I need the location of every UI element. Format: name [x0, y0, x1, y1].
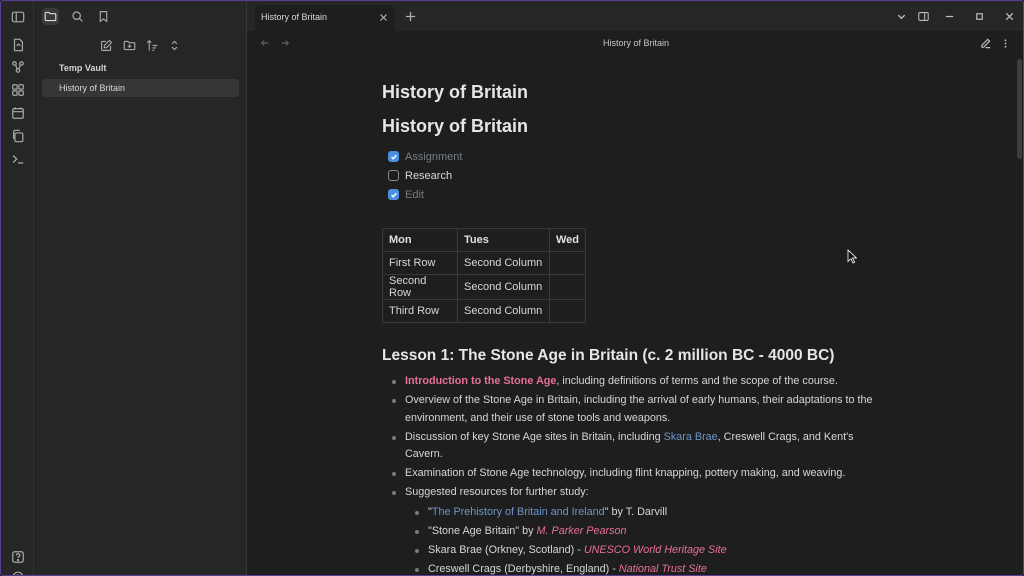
sidebar-toggle-icon[interactable]: [10, 9, 25, 24]
list-item-text: " by T. Darvill: [604, 505, 668, 518]
canvas-icon[interactable]: [10, 82, 25, 97]
open-quick-switcher-icon[interactable]: [10, 37, 25, 52]
table-cell[interactable]: [548, 251, 587, 275]
lesson-heading: Lesson 1: The Stone Age in Britain (c. 2…: [382, 347, 835, 364]
editor-scrollbar[interactable]: [1017, 59, 1022, 159]
italic-text: National Trust Site: [618, 562, 707, 575]
task-label: Research: [405, 169, 453, 182]
note-heading-1: History of Britain: [382, 82, 529, 102]
new-note-icon[interactable]: [98, 37, 114, 53]
new-tab-icon[interactable]: [403, 9, 417, 23]
new-folder-icon[interactable]: [121, 37, 137, 53]
close-icon[interactable]: [378, 12, 389, 23]
list-item-text: Skara Brae (Orkney, Scotland) -: [428, 543, 584, 556]
list-item-text: Discussion of key Stone Age sites in Bri…: [405, 430, 664, 443]
schedule-table: Mon Tues Wed First Row Second Column Sec…: [382, 228, 587, 323]
internal-link[interactable]: The Prehistory of Britain and Ireland: [432, 506, 605, 518]
lesson-bullet-list: Introduction to the Stone Age, including…: [382, 373, 892, 576]
list-item: Suggested resources for further study: "…: [382, 484, 892, 576]
collapse-icon[interactable]: [166, 37, 182, 53]
table-row: Second Row Second Column: [382, 274, 587, 300]
table-cell[interactable]: Second Column: [457, 251, 550, 275]
mouse-pointer-icon: [847, 249, 857, 264]
task-item: Edit: [382, 185, 892, 204]
file-item-history-of-britain[interactable]: History of Britain: [42, 79, 239, 97]
settings-icon[interactable]: [10, 569, 25, 575]
help-icon[interactable]: [10, 549, 25, 564]
note-header: History of Britain: [247, 31, 1023, 55]
tab-history-of-britain[interactable]: History of Britain: [255, 5, 395, 31]
list-item-text: Suggested resources for further study:: [405, 486, 589, 498]
note-content: History of Britain History of Britain As…: [382, 77, 892, 576]
checkbox-checked[interactable]: [388, 189, 399, 200]
list-item: Examination of Stone Age technology, inc…: [382, 465, 892, 483]
table-header-row: Mon Tues Wed: [382, 228, 587, 252]
italic-text: M. Parker Pearson: [536, 524, 627, 537]
files-icon[interactable]: [42, 8, 59, 25]
list-item: "Stone Age Britain" by M. Parker Pearson: [405, 522, 892, 541]
sort-icon[interactable]: [144, 37, 160, 53]
list-item-text: "Stone Age Britain" by: [428, 524, 537, 537]
internal-link[interactable]: Skara Brae: [664, 431, 718, 443]
bookmark-icon[interactable]: [95, 8, 112, 25]
vault-name[interactable]: Temp Vault: [59, 63, 106, 73]
note-heading-2: History of Britain: [382, 116, 529, 136]
right-sidebar-toggle-icon[interactable]: [916, 9, 930, 23]
table-header-cell[interactable]: Wed: [548, 228, 587, 252]
graph-view-icon[interactable]: [10, 59, 25, 74]
window-close-icon[interactable]: [1002, 9, 1016, 23]
table-header-cell[interactable]: Mon: [382, 228, 458, 252]
table-cell[interactable]: Third Row: [382, 299, 458, 323]
table-cell[interactable]: [548, 274, 587, 300]
sidebar-tab-bar: [34, 1, 247, 31]
task-list: Assignment Research Edit: [382, 147, 892, 204]
tab-bar: History of Britain: [247, 1, 1023, 31]
checkbox-checked[interactable]: [388, 151, 399, 162]
list-item: Creswell Crags (Derbyshire, England) - N…: [405, 560, 892, 576]
search-icon[interactable]: [69, 8, 86, 25]
chevron-down-icon[interactable]: [894, 9, 908, 23]
command-palette-icon[interactable]: [10, 151, 25, 166]
edit-pencil-icon[interactable]: [979, 37, 991, 49]
table-cell[interactable]: Second Row: [382, 274, 458, 300]
table-row: Third Row Second Column: [382, 299, 587, 323]
task-item: Research: [382, 166, 892, 185]
note-header-title[interactable]: History of Britain: [247, 38, 1023, 48]
task-label: Edit: [405, 188, 424, 201]
list-item: Overview of the Stone Age in Britain, in…: [382, 392, 892, 427]
checkbox-unchecked[interactable]: [388, 170, 399, 181]
list-item: Introduction to the Stone Age, including…: [382, 373, 892, 391]
task-item: Assignment: [382, 147, 892, 166]
list-item-text: Creswell Crags (Derbyshire, England) -: [428, 562, 619, 575]
list-item: Skara Brae (Orkney, Scotland) - UNESCO W…: [405, 541, 892, 560]
list-item: Discussion of key Stone Age sites in Bri…: [382, 429, 892, 464]
table-header-cell[interactable]: Tues: [457, 228, 550, 252]
table-cell[interactable]: First Row: [382, 251, 458, 275]
table-cell[interactable]: Second Column: [457, 299, 550, 323]
app-window: Temp Vault History of Britain History of…: [0, 0, 1024, 576]
tab-title: History of Britain: [261, 12, 328, 22]
maximize-icon[interactable]: [972, 9, 986, 23]
file-explorer-sidebar: Temp Vault History of Britain: [34, 1, 247, 575]
italic-text: UNESCO World Heritage Site: [583, 543, 727, 556]
list-item-text: , including definitions of terms and the…: [556, 375, 838, 387]
daily-note-icon[interactable]: [10, 105, 25, 120]
resources-sub-list: "The Prehistory of Britain and Ireland" …: [405, 503, 892, 576]
list-item: "The Prehistory of Britain and Ireland" …: [405, 503, 892, 522]
highlighted-text: Introduction to the Stone Age: [405, 375, 557, 387]
table-cell[interactable]: Second Column: [457, 274, 550, 300]
minimize-icon[interactable]: [942, 9, 956, 23]
table-cell[interactable]: [548, 299, 587, 323]
ribbon: [1, 1, 34, 575]
more-options-icon[interactable]: [999, 37, 1011, 49]
templates-icon[interactable]: [10, 128, 25, 143]
table-row: First Row Second Column: [382, 251, 587, 275]
task-label: Assignment: [405, 150, 463, 163]
file-explorer-actions: [34, 37, 247, 55]
